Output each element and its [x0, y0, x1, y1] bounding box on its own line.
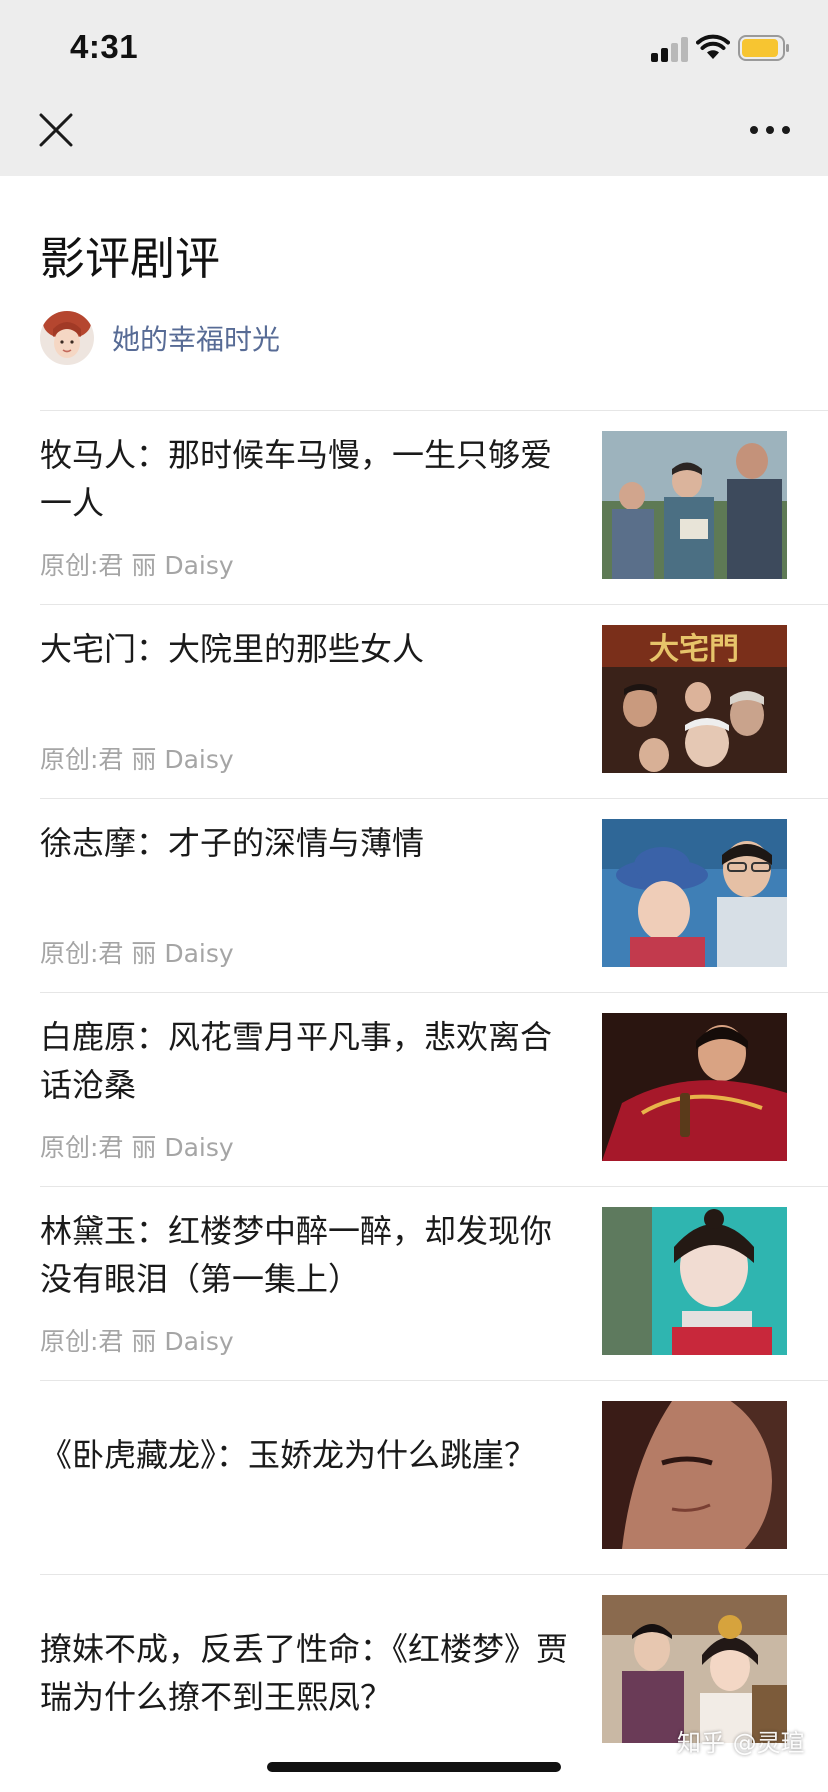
article-title: 徐志摩：才子的深情与薄情 — [40, 824, 425, 862]
article-title: 林黛玉：红楼梦中醉一醉，却发现你没有眼泪（第一集上） — [40, 1212, 553, 1298]
article-source: 原创:君 丽 Daisy — [40, 745, 234, 774]
article-list: 牧马人：那时候车马慢，一生只够爱一人 原创:君 丽 Daisy 大宅门：大院里的… — [0, 410, 828, 1768]
battery-icon — [738, 35, 789, 61]
top-bar: 4:31 — [0, 0, 828, 176]
article-thumbnail: 大宅門 — [602, 625, 787, 773]
home-indicator[interactable] — [267, 1762, 561, 1772]
watermark: 知乎 @灵瑄 — [677, 1729, 805, 1757]
more-horizontal-icon[interactable] — [748, 120, 792, 140]
article-source: 原创:君 丽 Daisy — [40, 939, 234, 968]
article-source: 原创:君 丽 Daisy — [40, 1133, 234, 1162]
article-thumbnail — [602, 1595, 787, 1743]
article-thumbnail — [602, 431, 787, 579]
article-thumbnail — [602, 1013, 787, 1161]
author-name[interactable]: 她的幸福时光 — [112, 318, 280, 358]
wifi-icon — [696, 34, 730, 59]
article-thumbnail — [602, 819, 787, 967]
article-title: 牧马人：那时候车马慢，一生只够爱一人 — [40, 436, 553, 522]
list-item[interactable]: 林黛玉：红楼梦中醉一醉，却发现你没有眼泪（第一集上） 原创:君 丽 Daisy — [40, 1186, 828, 1380]
thumbnail-caption: 大宅門 — [649, 632, 739, 667]
article-thumbnail — [602, 1207, 787, 1355]
status-time: 4:31 — [70, 28, 139, 65]
list-item[interactable]: 徐志摩：才子的深情与薄情 原创:君 丽 Daisy — [40, 798, 828, 992]
article-title: 撩妹不成，反丢了性命：《红楼梦》贾瑞为什么撩不到王熙凤？ — [40, 1630, 569, 1716]
article-source: 原创:君 丽 Daisy — [40, 1327, 234, 1356]
article-thumbnail — [602, 1401, 787, 1549]
list-item[interactable]: 白鹿原：风花雪月平凡事，悲欢离合话沧桑 原创:君 丽 Daisy — [40, 992, 828, 1186]
article-source: 原创:君 丽 Daisy — [40, 551, 234, 580]
page-title: 影评剧评 — [40, 232, 221, 285]
list-item[interactable]: 《卧虎藏龙》：玉娇龙为什么跳崖？ — [40, 1380, 828, 1574]
article-title: 《卧虎藏龙》：玉娇龙为什么跳崖？ — [40, 1436, 537, 1474]
list-item[interactable]: 撩妹不成，反丢了性命：《红楼梦》贾瑞为什么撩不到王熙凤？ 知乎 @灵瑄 — [40, 1574, 828, 1768]
cellular-signal-icon — [651, 36, 691, 62]
list-item[interactable]: 牧马人：那时候车马慢，一生只够爱一人 原创:君 丽 Daisy — [40, 410, 828, 604]
article-title: 白鹿原：风花雪月平凡事，悲欢离合话沧桑 — [40, 1018, 553, 1104]
close-icon[interactable] — [36, 110, 76, 150]
article-title: 大宅门：大院里的那些女人 — [40, 630, 425, 668]
avatar[interactable] — [40, 311, 94, 365]
list-item[interactable]: 大宅门：大院里的那些女人 原创:君 丽 Daisy 大宅門 — [40, 604, 828, 798]
